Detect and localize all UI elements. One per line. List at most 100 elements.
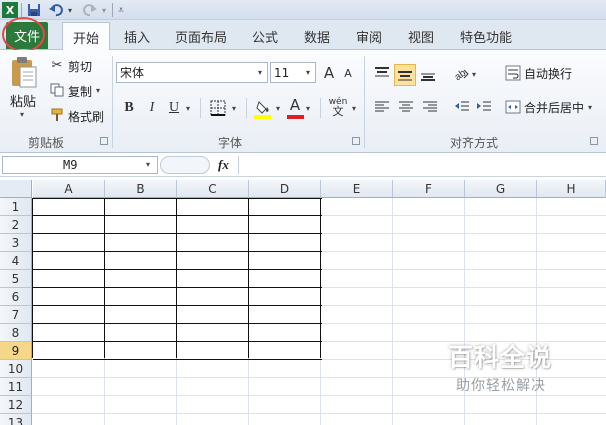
copy-dropdown-icon[interactable]: ▾ <box>96 86 100 95</box>
wrap-text-icon[interactable] <box>504 64 522 82</box>
cell-border <box>33 251 322 252</box>
row-header[interactable]: 9 <box>0 342 32 360</box>
tab-insert[interactable]: 插入 <box>116 22 158 50</box>
column-header[interactable]: A <box>33 180 105 198</box>
undo-icon[interactable] <box>48 2 64 18</box>
name-box-dropdown-icon[interactable]: ▾ <box>146 160 150 169</box>
column-header[interactable]: D <box>249 180 321 198</box>
shrink-font-button[interactable]: A <box>340 64 356 83</box>
align-middle-icon[interactable] <box>394 64 416 86</box>
fx-icon[interactable]: fx <box>218 156 234 174</box>
tab-formulas[interactable]: 公式 <box>244 22 286 50</box>
font-size-dropdown-icon[interactable]: ▾ <box>306 68 310 77</box>
paste-dropdown-icon[interactable]: ▾ <box>20 110 24 119</box>
bold-button[interactable]: B <box>120 98 138 118</box>
save-icon[interactable] <box>26 2 42 18</box>
copy-button[interactable]: 复制 <box>68 83 92 99</box>
row-header[interactable]: 5 <box>0 270 32 288</box>
divider <box>246 98 247 118</box>
row-header[interactable]: 1 <box>0 198 32 216</box>
cell-border <box>33 305 322 306</box>
orientation-dropdown-icon[interactable]: ▾ <box>472 70 476 79</box>
border-dropdown-icon[interactable]: ▾ <box>232 104 236 113</box>
format-painter-button[interactable]: 格式刷 <box>68 108 104 124</box>
merge-center-icon[interactable] <box>504 98 522 116</box>
font-dialog-launcher[interactable] <box>352 137 360 145</box>
tab-home[interactable]: 开始 <box>62 22 110 51</box>
select-all-corner[interactable] <box>0 180 32 198</box>
row-header[interactable]: 11 <box>0 378 32 396</box>
column-header[interactable]: B <box>105 180 177 198</box>
alignment-dialog-launcher[interactable] <box>590 137 598 145</box>
cut-icon[interactable]: ✂ <box>50 58 64 73</box>
row-header[interactable]: 4 <box>0 252 32 270</box>
wrap-text-button[interactable]: 自动换行 <box>524 64 572 82</box>
border-icon[interactable] <box>208 98 228 118</box>
font-group-label: 字体 <box>217 136 242 150</box>
font-color-button[interactable]: A <box>288 96 302 114</box>
increase-indent-icon[interactable] <box>474 97 494 117</box>
cell-border <box>32 198 33 358</box>
copy-icon[interactable] <box>50 83 64 97</box>
redo-dropdown-icon[interactable]: ▾ <box>100 2 108 18</box>
cell-border <box>33 359 322 360</box>
name-box[interactable]: M9 <box>2 156 158 174</box>
align-center-icon[interactable] <box>396 97 416 117</box>
tab-view[interactable]: 视图 <box>400 22 442 50</box>
column-header[interactable]: E <box>321 180 393 198</box>
fill-color-swatch <box>254 115 271 119</box>
formula-input[interactable] <box>238 156 604 174</box>
format-painter-icon[interactable] <box>50 108 64 122</box>
tab-special-features[interactable]: 特色功能 <box>452 22 520 50</box>
cell-border <box>33 198 322 199</box>
align-top-icon[interactable] <box>372 64 392 84</box>
divider <box>320 98 321 118</box>
paste-icon[interactable] <box>10 55 38 89</box>
divider <box>112 3 113 17</box>
orientation-icon[interactable]: ab <box>450 64 472 84</box>
row-header[interactable]: 6 <box>0 288 32 306</box>
redo-icon[interactable] <box>82 2 98 18</box>
row-header[interactable]: 3 <box>0 234 32 252</box>
column-header[interactable]: C <box>177 180 249 198</box>
clipboard-dialog-launcher[interactable] <box>100 137 108 145</box>
align-right-icon[interactable] <box>420 97 440 117</box>
row-header[interactable]: 10 <box>0 360 32 378</box>
merge-center-button[interactable]: 合并后居中 <box>524 98 584 116</box>
customize-toolbar-icon[interactable]: ⩡ <box>116 2 126 18</box>
undo-dropdown-icon[interactable]: ▾ <box>66 2 74 18</box>
row-header[interactable]: 12 <box>0 396 32 414</box>
underline-dropdown-icon[interactable]: ▾ <box>186 104 190 113</box>
decrease-indent-icon[interactable] <box>452 97 472 117</box>
font-name-select[interactable]: 宋体 <box>116 62 268 83</box>
tab-page-layout[interactable]: 页面布局 <box>170 22 232 50</box>
column-header[interactable]: H <box>537 180 606 198</box>
row-header[interactable]: 7 <box>0 306 32 324</box>
divider <box>112 56 113 148</box>
excel-icon[interactable]: X <box>2 2 18 18</box>
column-header[interactable]: F <box>393 180 465 198</box>
phonetic-dropdown-icon[interactable]: ▾ <box>352 104 356 113</box>
column-header[interactable]: G <box>465 180 537 198</box>
row-header[interactable]: 8 <box>0 324 32 342</box>
merge-center-dropdown-icon[interactable]: ▾ <box>588 103 592 112</box>
row-header[interactable]: 2 <box>0 216 32 234</box>
font-color-swatch <box>287 115 304 119</box>
font-name-dropdown-icon[interactable]: ▾ <box>258 68 262 77</box>
svg-text:ab: ab <box>453 68 469 82</box>
formula-bar-splitter[interactable] <box>160 156 210 174</box>
paste-button[interactable]: 粘贴 <box>10 92 40 110</box>
underline-button[interactable]: U <box>166 98 182 118</box>
align-bottom-icon[interactable] <box>418 64 438 84</box>
italic-button[interactable]: I <box>144 98 160 118</box>
phonetic-guide-button[interactable]: wén 文 <box>326 96 350 118</box>
tab-data[interactable]: 数据 <box>296 22 338 50</box>
tab-review[interactable]: 审阅 <box>348 22 390 50</box>
row-header[interactable]: 13 <box>0 414 32 425</box>
grow-font-button[interactable]: A <box>320 62 338 83</box>
cut-button[interactable]: 剪切 <box>68 58 92 74</box>
cell-border <box>33 269 322 270</box>
align-left-icon[interactable] <box>372 97 392 117</box>
font-color-dropdown-icon[interactable]: ▾ <box>306 104 310 113</box>
fill-color-dropdown-icon[interactable]: ▾ <box>276 104 280 113</box>
